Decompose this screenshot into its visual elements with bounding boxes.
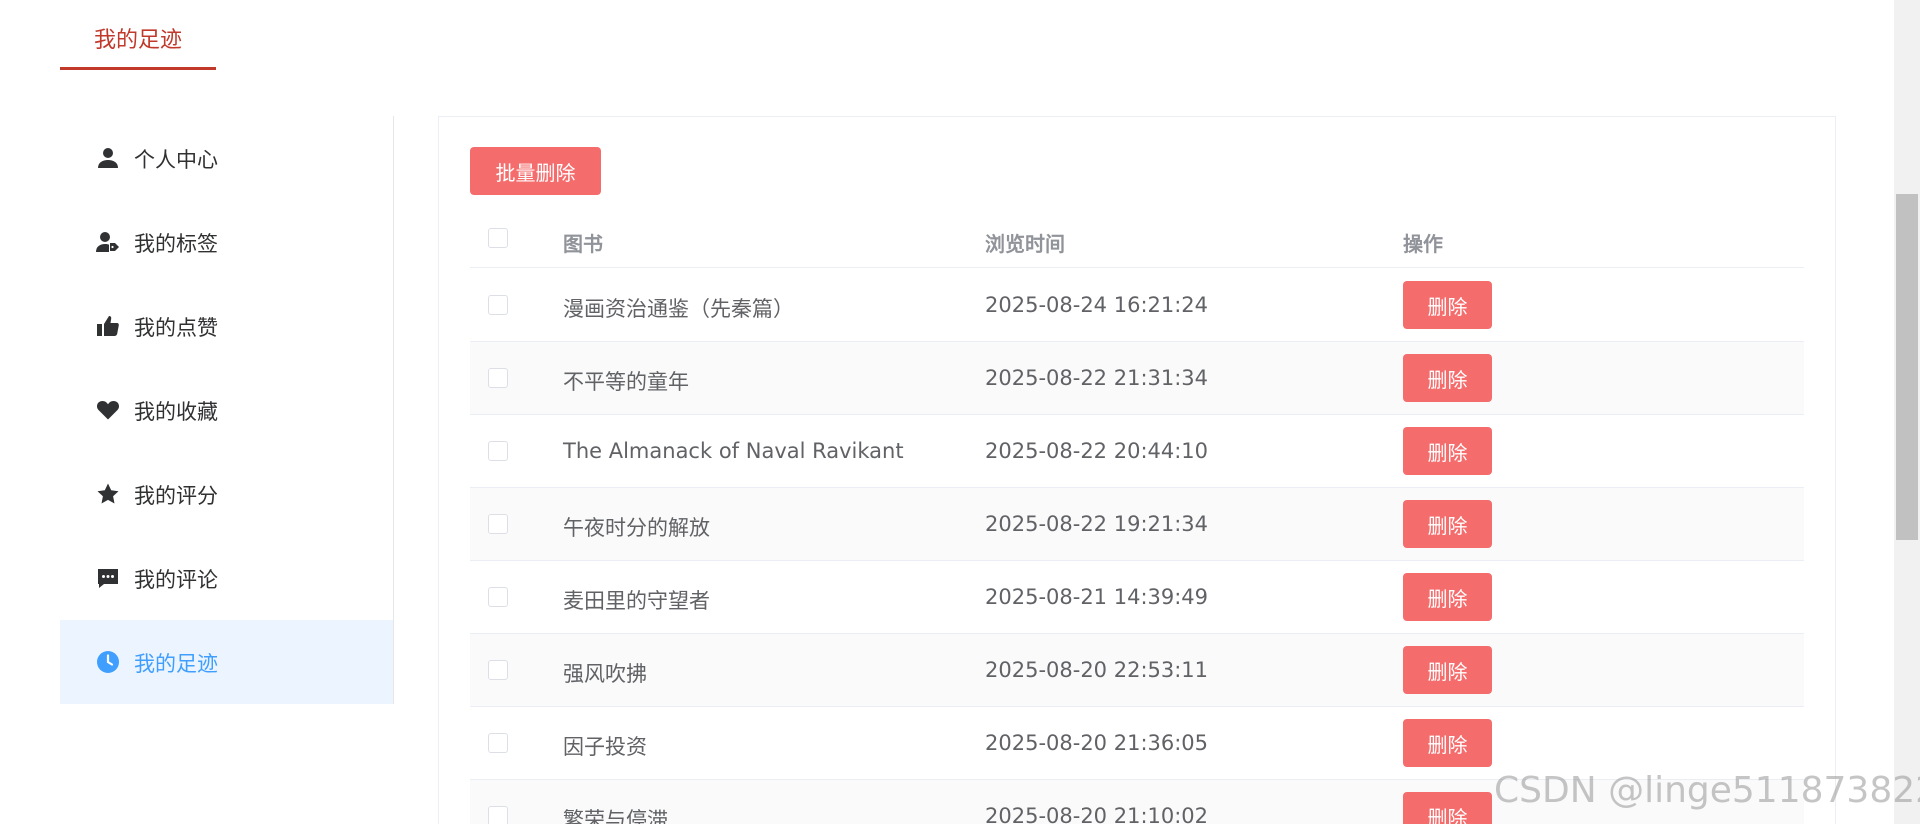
column-header-book: 图书	[563, 232, 603, 256]
row-checkbox[interactable]	[488, 587, 508, 607]
delete-button[interactable]: 删除	[1403, 354, 1492, 402]
row-checkbox[interactable]	[488, 441, 508, 461]
browse-time: 2025-08-20 21:10:02	[985, 804, 1209, 824]
row-checkbox[interactable]	[488, 806, 508, 824]
browse-time: 2025-08-22 19:21:34	[985, 512, 1209, 536]
user-icon	[96, 146, 120, 170]
sidebar-item-label: 我的足迹	[134, 652, 218, 676]
browse-time: 2025-08-21 14:39:49	[985, 585, 1209, 609]
delete-button[interactable]: 删除	[1403, 719, 1492, 767]
table-row: 漫画资治通鉴（先秦篇） 2025-08-24 16:21:24 删除	[470, 269, 1804, 342]
book-title: 午夜时分的解放	[563, 516, 710, 540]
sidebar-item-label: 我的点赞	[134, 316, 218, 340]
star-icon	[96, 482, 120, 506]
book-title: 漫画资治通鉴（先秦篇）	[563, 297, 794, 321]
book-title: 麦田里的守望者	[563, 589, 710, 613]
book-title: 因子投资	[563, 735, 647, 759]
delete-button[interactable]: 删除	[1403, 500, 1492, 548]
row-checkbox[interactable]	[488, 368, 508, 388]
sidebar-item-label: 我的评分	[134, 484, 218, 508]
thumbs-up-icon	[96, 314, 120, 338]
table-row: The Almanack of Naval Ravikant 2025-08-2…	[470, 415, 1804, 488]
batch-delete-button[interactable]: 批量删除	[470, 147, 601, 195]
row-checkbox[interactable]	[488, 295, 508, 315]
book-title: The Almanack of Naval Ravikant	[563, 439, 904, 463]
book-title: 强风吹拂	[563, 662, 647, 686]
delete-button[interactable]: 删除	[1403, 427, 1492, 475]
browse-time: 2025-08-24 16:21:24	[985, 293, 1209, 317]
browse-time: 2025-08-20 22:53:11	[985, 658, 1209, 682]
page-scrollbar-thumb[interactable]	[1896, 194, 1918, 540]
table-row: 强风吹拂 2025-08-20 22:53:11 删除	[470, 634, 1804, 707]
sidebar-menu: 个人中心 我的标签 我的点赞 我的收藏 我的评分 我的评论 我的足迹	[60, 116, 394, 704]
delete-button[interactable]: 删除	[1403, 281, 1492, 329]
comment-icon	[96, 566, 120, 590]
watermark: CSDN @linge511873822	[1494, 770, 1920, 811]
sidebar-item-footprint[interactable]: 我的足迹	[60, 620, 393, 704]
table-row: 麦田里的守望者 2025-08-21 14:39:49 删除	[470, 561, 1804, 634]
tab-label: 我的足迹	[93, 28, 182, 53]
sidebar-item-tags[interactable]: 我的标签	[60, 200, 393, 284]
sidebar-item-profile[interactable]: 个人中心	[60, 116, 393, 200]
clock-icon	[96, 650, 120, 674]
row-checkbox[interactable]	[488, 733, 508, 753]
delete-button[interactable]: 删除	[1403, 646, 1492, 694]
select-all-checkbox[interactable]	[488, 228, 508, 248]
sidebar-item-label: 个人中心	[134, 148, 218, 172]
delete-button[interactable]: 删除	[1403, 792, 1492, 824]
table-header: 图书 浏览时间 操作	[470, 212, 1804, 268]
sidebar-item-label: 我的评论	[134, 568, 218, 592]
sidebar-item-label: 我的标签	[134, 232, 218, 256]
sidebar-item-favorites[interactable]: 我的收藏	[60, 368, 393, 452]
browse-time: 2025-08-20 21:36:05	[985, 731, 1209, 755]
user-tag-icon	[96, 230, 120, 254]
column-header-browse-time: 浏览时间	[985, 232, 1065, 256]
sidebar-item-likes[interactable]: 我的点赞	[60, 284, 393, 368]
row-checkbox[interactable]	[488, 660, 508, 680]
book-title: 繁荣与停滞	[563, 808, 668, 824]
sidebar-item-ratings[interactable]: 我的评分	[60, 452, 393, 536]
browse-time: 2025-08-22 21:31:34	[985, 366, 1209, 390]
sidebar-item-label: 我的收藏	[134, 400, 218, 424]
heart-icon	[96, 398, 120, 422]
tab-my-footprint[interactable]: 我的足迹	[60, 0, 216, 71]
row-checkbox[interactable]	[488, 514, 508, 534]
column-header-actions: 操作	[1403, 232, 1443, 256]
table-row: 午夜时分的解放 2025-08-22 19:21:34 删除	[470, 488, 1804, 561]
table-row: 不平等的童年 2025-08-22 21:31:34 删除	[470, 342, 1804, 415]
delete-button[interactable]: 删除	[1403, 573, 1492, 621]
book-title: 不平等的童年	[563, 370, 689, 394]
tab-active-underline	[60, 67, 216, 70]
sidebar-item-comments[interactable]: 我的评论	[60, 536, 393, 620]
browse-time: 2025-08-22 20:44:10	[985, 439, 1209, 463]
